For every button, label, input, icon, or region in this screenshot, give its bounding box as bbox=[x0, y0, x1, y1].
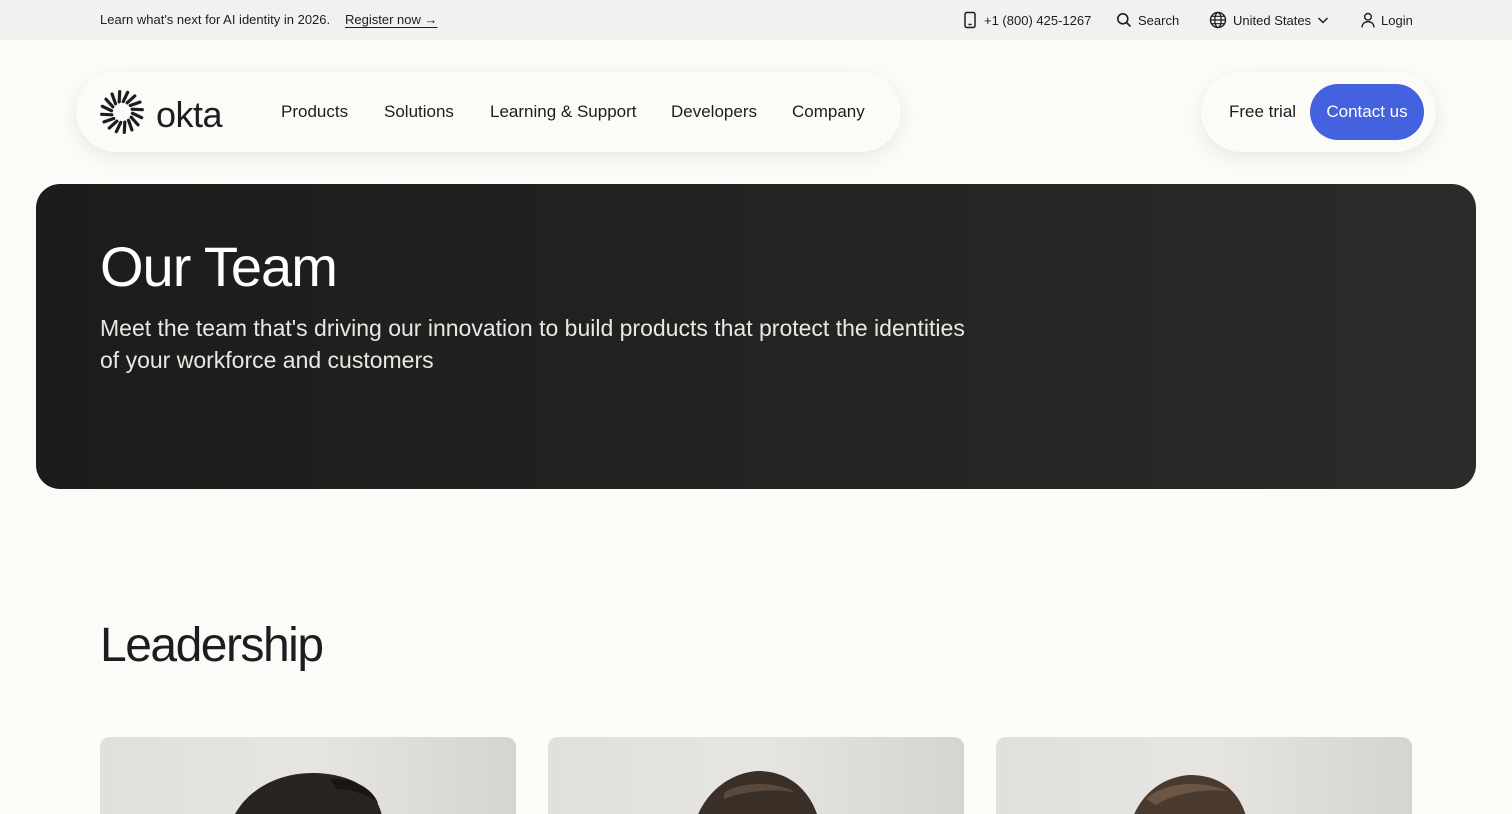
page-title: Our Team bbox=[100, 235, 338, 298]
leader-card[interactable] bbox=[996, 737, 1412, 814]
phone-link[interactable]: +1 (800) 425-1267 bbox=[962, 10, 1091, 30]
leadership-heading: Leadership bbox=[100, 619, 324, 672]
globe-icon bbox=[1209, 11, 1227, 29]
leader-photo bbox=[1134, 775, 1246, 814]
free-trial-button[interactable]: Free trial bbox=[1229, 102, 1296, 122]
contact-us-button[interactable]: Contact us bbox=[1310, 84, 1424, 140]
leader-card[interactable] bbox=[548, 737, 964, 814]
nav-item-learning-support[interactable]: Learning & Support bbox=[490, 102, 637, 122]
promo-text: Learn what's next for AI identity in 202… bbox=[100, 12, 331, 27]
main-nav: okta Products Solutions Learning & Suppo… bbox=[76, 72, 901, 152]
utility-bar: Learn what's next for AI identity in 202… bbox=[0, 0, 1512, 40]
search-icon bbox=[1116, 12, 1132, 28]
leader-card[interactable] bbox=[100, 737, 516, 814]
phone-icon bbox=[962, 11, 978, 29]
nav-item-developers[interactable]: Developers bbox=[671, 102, 757, 122]
leader-photo bbox=[235, 773, 382, 814]
nav-item-solutions[interactable]: Solutions bbox=[384, 102, 454, 122]
leader-photo bbox=[698, 771, 817, 814]
search-label: Search bbox=[1138, 12, 1180, 28]
okta-logo[interactable]: okta bbox=[100, 90, 223, 139]
cta-group: Free trial Contact us bbox=[1201, 72, 1436, 152]
phone-number: +1 (800) 425-1267 bbox=[984, 12, 1092, 28]
search-button[interactable]: Search bbox=[1116, 10, 1179, 30]
logo-text: okta bbox=[156, 93, 223, 135]
hero-subtitle: Meet the team that's driving our innovat… bbox=[100, 315, 965, 373]
nav-item-products[interactable]: Products bbox=[281, 102, 348, 122]
hero-banner: Our Team Meet the team that's driving ou… bbox=[36, 184, 1476, 489]
region-label: United States bbox=[1233, 12, 1312, 28]
nav-item-company[interactable]: Company bbox=[792, 102, 865, 122]
login-label: Login bbox=[1381, 12, 1413, 28]
register-link[interactable]: Register now → bbox=[345, 12, 437, 27]
login-link[interactable]: Login bbox=[1361, 10, 1413, 30]
user-icon bbox=[1361, 12, 1375, 28]
chevron-down-icon bbox=[1317, 14, 1329, 26]
region-selector[interactable]: United States bbox=[1209, 10, 1329, 30]
okta-logo-icon bbox=[100, 90, 144, 139]
